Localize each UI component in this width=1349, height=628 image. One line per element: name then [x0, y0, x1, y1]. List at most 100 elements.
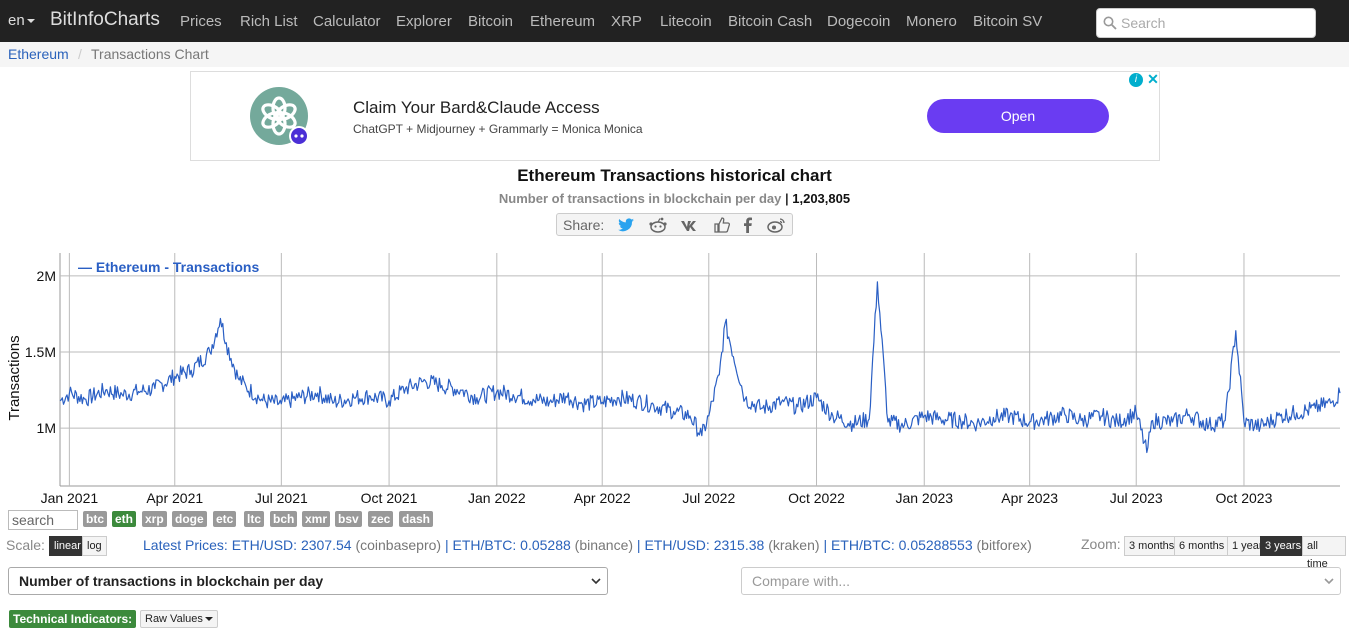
nav-explorer[interactable]: Explorer [396, 13, 452, 30]
scale-log-button[interactable]: log [82, 536, 107, 556]
scale-linear-button[interactable]: linear [49, 536, 86, 556]
y-tick-label: 2M [37, 268, 56, 284]
weibo-icon[interactable] [765, 216, 787, 234]
nav-calculator[interactable]: Calculator [313, 13, 381, 30]
price-separator: | [636, 537, 641, 553]
price-value[interactable]: 2315.38 [714, 537, 765, 553]
chevron-down-icon [1324, 578, 1334, 585]
x-tick-label: Jan 2022 [468, 490, 526, 506]
compare-select-placeholder: Compare with... [752, 573, 851, 589]
brand-logo[interactable]: BitInfoCharts [50, 9, 160, 31]
breadcrumb-current: Transactions Chart [91, 46, 209, 62]
coin-btc[interactable]: btc [83, 511, 107, 527]
coin-search-input[interactable] [8, 510, 78, 530]
language-dropdown[interactable]: en [8, 12, 35, 29]
reddit-icon[interactable] [647, 216, 669, 234]
nav-litecoin[interactable]: Litecoin [660, 13, 712, 30]
coin-bch[interactable]: bch [270, 511, 298, 527]
metric-select[interactable]: Number of transactions in blockchain per… [8, 567, 608, 595]
chevron-down-icon [591, 578, 601, 585]
chevron-down-icon [204, 617, 213, 622]
price-value[interactable]: 2307.54 [301, 537, 352, 553]
compare-select[interactable]: Compare with... [741, 567, 1341, 595]
y-tick-label: 1.5M [25, 344, 56, 360]
x-tick-label: Oct 2022 [788, 490, 845, 506]
ad-banner[interactable]: Claim Your Bard&Claude Access ChatGPT + … [190, 71, 1160, 161]
price-pair[interactable]: ETH/BTC: [831, 537, 895, 553]
ad-open-button[interactable]: Open [927, 99, 1109, 133]
zoom-3-months[interactable]: 3 months [1124, 536, 1180, 556]
series-line [59, 281, 1341, 454]
close-icon[interactable]: ✕ [1146, 72, 1160, 86]
coin-eth[interactable]: eth [112, 511, 136, 527]
search-input[interactable] [1121, 13, 1309, 33]
vk-icon[interactable] [679, 216, 701, 234]
chevron-down-icon [26, 19, 35, 24]
zoom-all-time[interactable]: all time [1302, 536, 1346, 570]
breadcrumb: Ethereum / Transactions Chart [0, 42, 1349, 67]
price-value[interactable]: 0.05288553 [899, 537, 973, 553]
scale-label: Scale: [6, 537, 45, 553]
subtitle-value: 1,203,805 [792, 191, 851, 206]
nav-bitcoin-sv[interactable]: Bitcoin SV [973, 13, 1042, 30]
raw-values-dropdown[interactable]: Raw Values [140, 610, 218, 628]
adchoices-icon[interactable]: i [1129, 73, 1143, 87]
price-pair[interactable]: ETH/USD: [644, 537, 709, 553]
nav-bitcoin-cash[interactable]: Bitcoin Cash [728, 13, 812, 30]
share-bar: Share: [556, 213, 793, 236]
y-axis-ticks: 2M 1.5M 1M [25, 268, 56, 436]
zoom-6-months[interactable]: 6 months [1174, 536, 1230, 556]
subtitle-label: Number of transactions in blockchain per… [498, 191, 782, 206]
nav-xrp[interactable]: XRP [611, 13, 642, 30]
price-pair[interactable]: ETH/BTC: [452, 537, 516, 553]
nav-bitcoin[interactable]: Bitcoin [468, 13, 513, 30]
share-label: Share: [563, 217, 605, 233]
price-exchange: (bitforex) [976, 537, 1032, 553]
x-tick-label: Jul 2022 [682, 490, 735, 506]
technical-indicators-label[interactable]: Technical Indicators: [9, 610, 137, 628]
coin-bsv[interactable]: bsv [335, 511, 362, 527]
breadcrumb-ethereum[interactable]: Ethereum [8, 46, 69, 62]
metric-select-value: Number of transactions in blockchain per… [19, 573, 324, 589]
price-exchange: (coinbasepro) [355, 537, 442, 553]
chart-legend[interactable]: — Ethereum - Transactions [78, 259, 259, 275]
coin-xmr[interactable]: xmr [302, 511, 331, 527]
twitter-icon[interactable] [615, 216, 637, 234]
like-icon[interactable] [711, 216, 733, 234]
monica-logo-icon [250, 87, 309, 146]
coin-xrp[interactable]: xrp [142, 511, 167, 527]
x-tick-label: Apr 2023 [1001, 490, 1058, 506]
raw-values-label: Raw Values [145, 613, 203, 625]
zoom-3-years[interactable]: 3 years [1260, 536, 1307, 556]
x-tick-label: Apr 2021 [146, 490, 203, 506]
page-title: Ethereum Transactions historical chart [517, 166, 832, 185]
x-tick-label: Apr 2022 [574, 490, 631, 506]
controls-row: Scale: linear log Latest Prices: ETH/USD… [6, 536, 1346, 570]
x-tick-label: Oct 2023 [1216, 490, 1273, 506]
price-value[interactable]: 0.05288 [520, 537, 571, 553]
search-icon [1103, 16, 1117, 30]
price-pair[interactable]: ETH/USD: [232, 537, 297, 553]
price-separator: | [444, 537, 449, 553]
y-axis-label: Transactions [6, 335, 23, 420]
facebook-icon[interactable] [737, 216, 759, 234]
breadcrumb-separator: / [78, 46, 82, 62]
coin-doge[interactable]: doge [172, 511, 207, 527]
x-tick-label: Jan 2021 [41, 490, 99, 506]
nav-prices[interactable]: Prices [180, 13, 222, 30]
nav-dogecoin[interactable]: Dogecoin [827, 13, 890, 30]
coin-etc[interactable]: etc [213, 511, 237, 527]
y-tick-label: 1M [37, 420, 56, 436]
x-tick-label: Jan 2023 [895, 490, 953, 506]
nav-rich-list[interactable]: Rich List [240, 13, 298, 30]
prices-label: Latest Prices: [143, 537, 228, 553]
coin-ltc[interactable]: ltc [244, 511, 265, 527]
coin-zec[interactable]: zec [368, 511, 394, 527]
nav-ethereum[interactable]: Ethereum [530, 13, 595, 30]
coin-dash[interactable]: dash [399, 511, 434, 527]
ad-subtitle: ChatGPT + Midjourney + Grammarly = Monic… [353, 122, 643, 136]
x-axis-ticks: Jan 2021 Apr 2021 Jul 2021 Oct 2021 Jan 2022… [41, 490, 1273, 506]
x-tick-label: Jul 2023 [1110, 490, 1163, 506]
nav-monero[interactable]: Monero [906, 13, 957, 30]
transactions-chart[interactable]: 2M 1.5M 1M Jan 2021 Apr 2021 Jul 2021 Oct 202… [0, 248, 1349, 510]
